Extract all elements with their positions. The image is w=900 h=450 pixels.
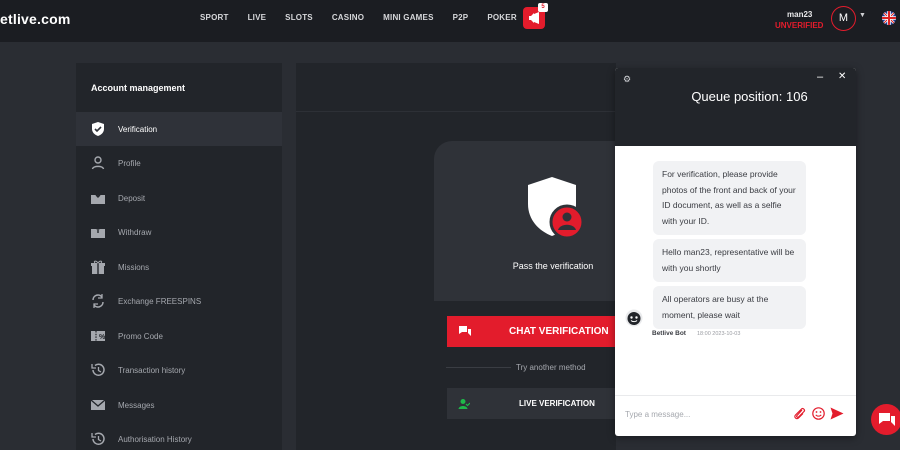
sidebar-title: Account management: [91, 83, 186, 93]
chat-bubbles-icon: [879, 413, 895, 426]
sidebar-item-label: Verification: [118, 124, 158, 134]
account-sidebar: Account management Verification Profile …: [76, 63, 282, 450]
nav-live[interactable]: LIVE: [248, 13, 267, 22]
emoji-icon[interactable]: [812, 407, 825, 420]
sidebar-item-label: Messages: [118, 400, 155, 410]
message-input[interactable]: [625, 406, 785, 422]
chat-message: All operators are busy at the moment, pl…: [653, 286, 806, 329]
sidebar-item-deposit[interactable]: Deposit: [76, 181, 282, 215]
verification-shield-icon: [528, 177, 585, 240]
bot-name: Betlive Bot: [652, 330, 686, 337]
sidebar-item-authorisation-history[interactable]: Authorisation History: [76, 422, 282, 450]
floating-chat-button[interactable]: [871, 404, 900, 435]
wallet-in-icon: [91, 191, 105, 204]
sidebar-item-label: Authorisation History: [118, 434, 192, 444]
gear-icon[interactable]: ⚙: [623, 74, 631, 85]
user-check-icon: [458, 399, 470, 409]
attachment-icon[interactable]: [793, 407, 806, 420]
user-icon: [91, 156, 105, 170]
history-icon: [91, 363, 105, 376]
sidebar-item-missions[interactable]: Missions: [76, 250, 282, 284]
chat-message: Hello man23, representative will be with…: [653, 239, 806, 282]
sidebar-item-label: Profile: [118, 158, 141, 168]
sidebar-item-profile[interactable]: Profile: [76, 146, 282, 180]
live-verification-label: LIVE VERIFICATION: [519, 399, 595, 408]
sidebar-item-label: Withdraw: [118, 227, 152, 237]
sidebar-item-promo-code[interactable]: % Promo Code: [76, 319, 282, 353]
avatar[interactable]: M: [831, 6, 856, 31]
nav-casino[interactable]: CASINO: [332, 13, 364, 22]
sidebar-item-label: Missions: [118, 262, 150, 272]
chat-message: For verification, please provide photos …: [653, 161, 806, 235]
nav-sport[interactable]: SPORT: [200, 13, 229, 22]
live-verification-button[interactable]: LIVE VERIFICATION: [447, 388, 616, 419]
nav-p2p[interactable]: P2P: [453, 13, 469, 22]
divider: [296, 111, 616, 112]
exchange-icon: [92, 294, 104, 308]
queue-position: Queue position: 106: [691, 89, 808, 104]
chevron-down-icon[interactable]: ▼: [859, 12, 866, 19]
chat-verification-button[interactable]: CHAT VERIFICATION: [447, 316, 616, 347]
chat-widget: ⚙ – ✕ Queue position: 106 For verificati…: [615, 68, 856, 436]
gift-icon: [91, 260, 105, 274]
nav-poker[interactable]: POKER: [487, 13, 516, 22]
message-timestamp: 18:00 2023-10-03: [697, 331, 741, 337]
sidebar-item-transaction-history[interactable]: Transaction history: [76, 353, 282, 387]
try-another-method-text: Try another method: [516, 363, 586, 372]
nav-slots[interactable]: SLOTS: [285, 13, 313, 22]
send-icon[interactable]: [830, 407, 844, 420]
minimize-icon[interactable]: –: [817, 71, 823, 83]
promo-code-icon: %: [91, 331, 106, 341]
sidebar-item-verification[interactable]: Verification: [76, 112, 282, 146]
chat-verification-label: CHAT VERIFICATION: [509, 326, 609, 337]
divider: [446, 367, 511, 368]
sidebar-item-exchange-freespins[interactable]: Exchange FREESPINS: [76, 284, 282, 318]
sidebar-item-label: Transaction history: [118, 365, 186, 375]
sidebar-item-withdraw[interactable]: Withdraw: [76, 215, 282, 249]
shield-check-icon: [92, 122, 104, 136]
site-logo[interactable]: etlive.com: [0, 11, 70, 27]
chat-header: ⚙ – ✕ Queue position: 106: [615, 68, 856, 146]
wallet-out-icon: [91, 226, 105, 238]
verification-card: [434, 141, 616, 301]
sidebar-item-label: Deposit: [118, 193, 146, 203]
svg-text:%: %: [99, 334, 106, 341]
history-icon: [91, 432, 105, 445]
sidebar-item-label: Promo Code: [118, 331, 163, 341]
sidebar-item-messages[interactable]: Messages: [76, 388, 282, 422]
nav-mini-games[interactable]: MINI GAMES: [383, 13, 433, 22]
top-bar: etlive.com SPORT LIVE SLOTS CASINO MINI …: [0, 0, 900, 42]
main-nav: SPORT LIVE SLOTS CASINO MINI GAMES P2P P…: [200, 13, 536, 22]
envelope-icon: [90, 399, 106, 410]
promo-badge: 5: [538, 3, 548, 12]
sidebar-item-label: Exchange FREESPINS: [118, 296, 202, 306]
verification-status: UNVERIFIED: [775, 21, 824, 30]
uk-flag-icon[interactable]: [882, 11, 896, 25]
close-icon[interactable]: ✕: [838, 71, 846, 82]
chat-bubbles-icon: [459, 326, 471, 336]
bot-avatar-icon: [625, 309, 643, 327]
divider: [615, 395, 856, 396]
username: man23: [787, 10, 813, 19]
